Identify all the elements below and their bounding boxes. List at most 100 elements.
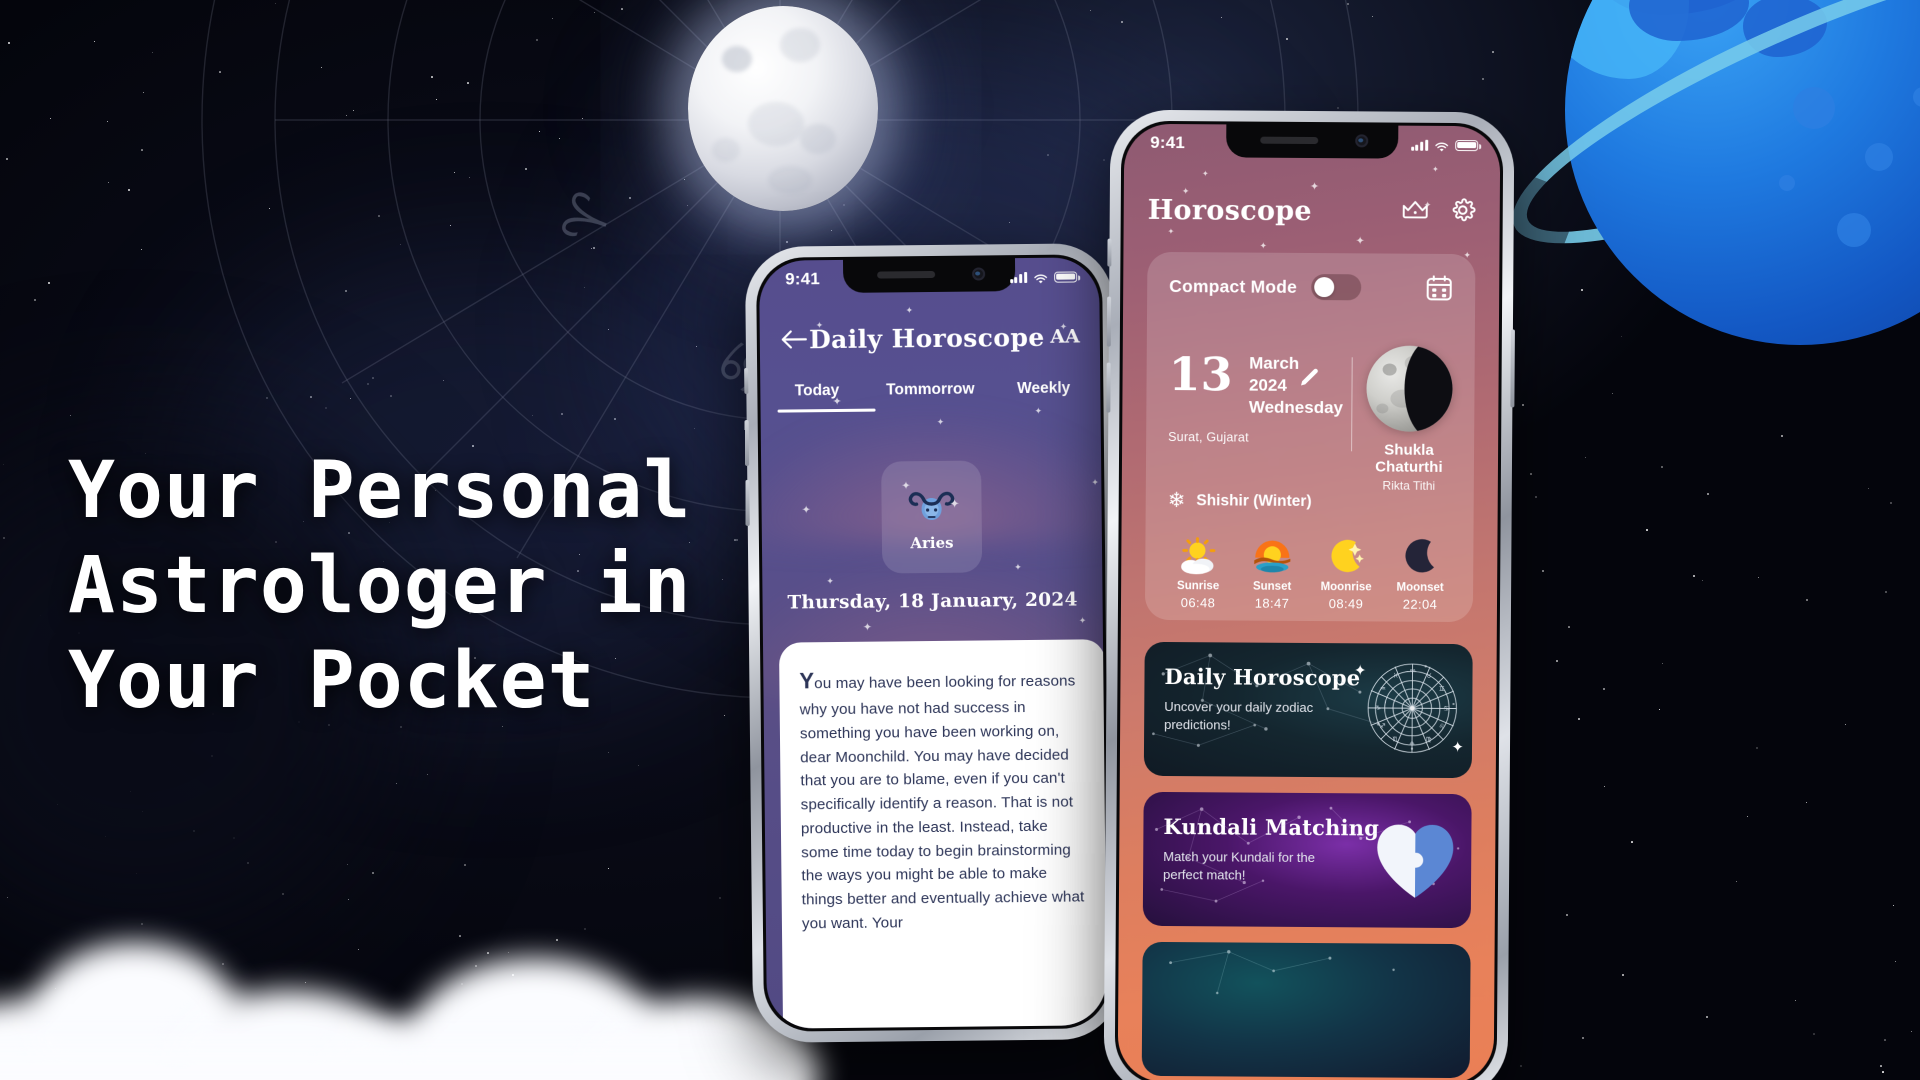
weekday-label: Wednesday: [1249, 397, 1343, 417]
page-title: Your Personal Astrologer in Your Pocket: [68, 444, 788, 729]
time-value: 08:49: [1309, 596, 1383, 612]
signal-bars-icon: [1411, 139, 1428, 150]
moon-phase-block: Shukla Chaturthi Rikta Tithi: [1366, 345, 1453, 493]
moon-phase-subtitle: Rikta Tithi: [1366, 478, 1452, 493]
svg-text:♉: ♉: [1426, 672, 1432, 680]
moonset-icon: [1383, 536, 1457, 581]
time-item-moonrise: Moonrise 08:49: [1309, 535, 1384, 612]
moonrise-icon: [1309, 535, 1383, 580]
battery-icon: [1054, 271, 1077, 282]
location-label: Surat, Gujarat: [1168, 430, 1349, 445]
month-year-weekday: March 2024 Wednesday: [1249, 353, 1344, 419]
zodiac-sign-card[interactable]: ✦ ✦ Aries: [881, 460, 982, 573]
day-number: 13: [1168, 352, 1232, 397]
zodiac-sign-name: Aries: [910, 534, 953, 552]
crown-icon[interactable]: [1401, 198, 1430, 226]
svg-text:♏: ♏: [1393, 735, 1399, 743]
planet-decoration: [1565, 0, 1920, 345]
snowflake-icon: ❄: [1168, 490, 1186, 511]
compact-mode-toggle[interactable]: [1311, 274, 1361, 300]
wifi-icon: [1033, 271, 1048, 282]
puzzle-heart-icon: [1373, 821, 1458, 900]
sunset-icon: [1235, 534, 1309, 579]
battery-icon: [1455, 140, 1478, 151]
moon-phase-image: [1366, 345, 1453, 432]
svg-text:♑: ♑: [1375, 704, 1381, 712]
time-name: Sunset: [1235, 580, 1309, 593]
power-button[interactable]: [1510, 329, 1515, 407]
cloud-band: [0, 880, 770, 1080]
horoscope-home-screen: ✦ ✦ ✦ ✦ ✦ ✦ ✦ ✦ ✦ 9:41 Horoscope Compact…: [1118, 124, 1501, 1080]
sun-moon-times-row: Sunrise 06:48 Sunset 18:47 Moonrise 08:4…: [1161, 534, 1458, 612]
horoscope-text-sheet: You may have been looking for reasons wh…: [779, 639, 1107, 1029]
app-header: Horoscope: [1124, 186, 1500, 237]
horoscope-body-text: You may have been looking for reasons wh…: [799, 661, 1088, 935]
time-value: 22:04: [1383, 597, 1457, 613]
pencil-icon[interactable]: [1298, 367, 1320, 389]
phone-mockup-daily-horoscope: ✦ ✦ ✦ ✦ ✦ ✦ ✦ ✦ ✦ ✦ ✦ ✦ 9:41 Daily Horos…: [748, 246, 1118, 1040]
compact-mode-row: Compact Mode: [1169, 272, 1453, 302]
svg-text:♌: ♌: [1439, 723, 1445, 731]
time-value: 18:47: [1235, 595, 1309, 611]
volume-down-button[interactable]: [1106, 363, 1110, 413]
zodiac-wheel-icon: ♈ ♉ ♊ ♋ ♌ ♍ ♎ ♏ ♐ ♑ ♒ ♓: [1366, 662, 1459, 760]
date-block: 13 March 2024 Wednesday Surat, Gujarat S…: [1168, 352, 1453, 493]
time-value: 06:48: [1161, 595, 1235, 611]
phone-mockup-horoscope-home: ✦ ✦ ✦ ✦ ✦ ✦ ✦ ✦ ✦ 9:41 Horoscope Compact…: [1107, 113, 1512, 1080]
full-moon-background: [688, 6, 878, 211]
time-item-sunset: Sunset 18:47: [1235, 534, 1310, 611]
promo-card-kundali-matching[interactable]: Kundali Matching Match your Kundali for …: [1143, 792, 1472, 928]
svg-text:♊: ♊: [1439, 685, 1445, 693]
svg-text:♒: ♒: [1380, 685, 1386, 693]
daily-horoscope-screen: ✦ ✦ ✦ ✦ ✦ ✦ ✦ ✦ ✦ ✦ ✦ ✦ 9:41 Daily Horos…: [759, 257, 1107, 1029]
svg-text:♋: ♋: [1443, 704, 1449, 712]
drop-cap: Y: [799, 668, 814, 693]
daily-info-card: Compact Mode 13 March 2024 Wednesday Sur…: [1145, 252, 1476, 622]
headline-line-3: Your Pocket: [68, 634, 788, 729]
mute-switch[interactable]: [744, 368, 748, 394]
time-name: Moonrise: [1309, 581, 1383, 594]
status-bar: 9:41: [759, 257, 1099, 295]
volume-up-button[interactable]: [1107, 297, 1111, 347]
svg-text:♓: ♓: [1393, 672, 1399, 680]
text-size-icon[interactable]: AA: [1046, 325, 1080, 347]
status-bar: 9:41: [1124, 124, 1500, 161]
gear-icon[interactable]: [1450, 196, 1476, 227]
tab-weekly[interactable]: Weekly: [987, 379, 1101, 410]
time-name: Sunrise: [1161, 580, 1235, 593]
compact-mode-label: Compact Mode: [1169, 276, 1297, 298]
svg-text:♈: ♈: [1410, 668, 1416, 676]
poster-stage: ♋ ♓ ♑ ♌ ♈ ♋: [0, 0, 1920, 1080]
sunrise-icon: [1161, 534, 1235, 579]
status-time: 9:41: [1150, 133, 1185, 153]
mute-switch[interactable]: [1107, 239, 1111, 267]
nav-title: Daily Horoscope: [808, 322, 1046, 353]
divider: [1351, 357, 1353, 451]
horoscope-date: Thursday, 18 January, 2024: [762, 589, 1102, 614]
season-row: ❄ Shishir (Winter): [1168, 490, 1312, 512]
promo-card-daily-horoscope[interactable]: Daily Horoscope Uncover your daily zodia…: [1144, 642, 1473, 778]
volume-down-button[interactable]: [745, 480, 749, 526]
svg-text:♐: ♐: [1380, 722, 1386, 730]
season-label: Shishir (Winter): [1196, 492, 1311, 511]
volume-up-button[interactable]: [745, 420, 749, 466]
time-item-moonset: Moonset 22:04: [1383, 536, 1458, 613]
aries-icon: ✦ ✦: [905, 482, 958, 533]
time-name: Moonset: [1383, 582, 1457, 595]
moon-phase-name: Shukla Chaturthi: [1366, 441, 1452, 476]
app-title: Horoscope: [1148, 194, 1401, 227]
year-label: 2024: [1249, 375, 1287, 394]
tab-tomorrow[interactable]: Tommorrow: [874, 380, 988, 411]
nav-bar: Daily Horoscope AA: [760, 309, 1101, 367]
month-label: March: [1249, 354, 1299, 373]
back-arrow-icon[interactable]: [780, 328, 808, 350]
calendar-icon[interactable]: [1425, 274, 1453, 302]
signal-bars-icon: [1010, 271, 1028, 282]
wifi-icon: [1434, 139, 1449, 150]
promo-card-third[interactable]: [1142, 942, 1471, 1078]
headline-line-2: Astrologer in: [68, 539, 788, 634]
svg-text:♎: ♎: [1409, 740, 1415, 748]
svg-text:♈: ♈: [550, 184, 628, 253]
tab-bar: Today Tommorrow Weekly: [760, 379, 1100, 413]
svg-text:♍: ♍: [1426, 735, 1432, 743]
